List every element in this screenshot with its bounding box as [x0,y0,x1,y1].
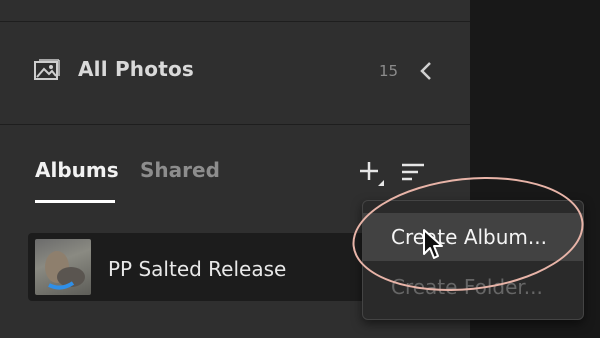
tab-albums[interactable]: Albums [35,158,119,182]
pointer-cursor-icon [423,229,443,259]
all-photos-row[interactable]: All Photos 15 [0,45,470,97]
sort-icon[interactable] [400,160,430,186]
top-divider [0,21,470,22]
album-name: PP Salted Release [108,257,287,281]
photo-icon [34,59,60,80]
section-divider [0,124,470,125]
album-thumbnail [35,239,91,295]
tab-shared[interactable]: Shared [140,158,220,182]
all-photos-label: All Photos [78,57,194,81]
plus-icon[interactable] [358,160,384,186]
all-photos-count: 15 [379,62,399,80]
active-tab-indicator [35,200,115,203]
chevron-left-icon[interactable] [419,60,433,82]
thumbnail-image [45,251,85,290]
album-row[interactable]: PP Salted Release [28,233,408,301]
